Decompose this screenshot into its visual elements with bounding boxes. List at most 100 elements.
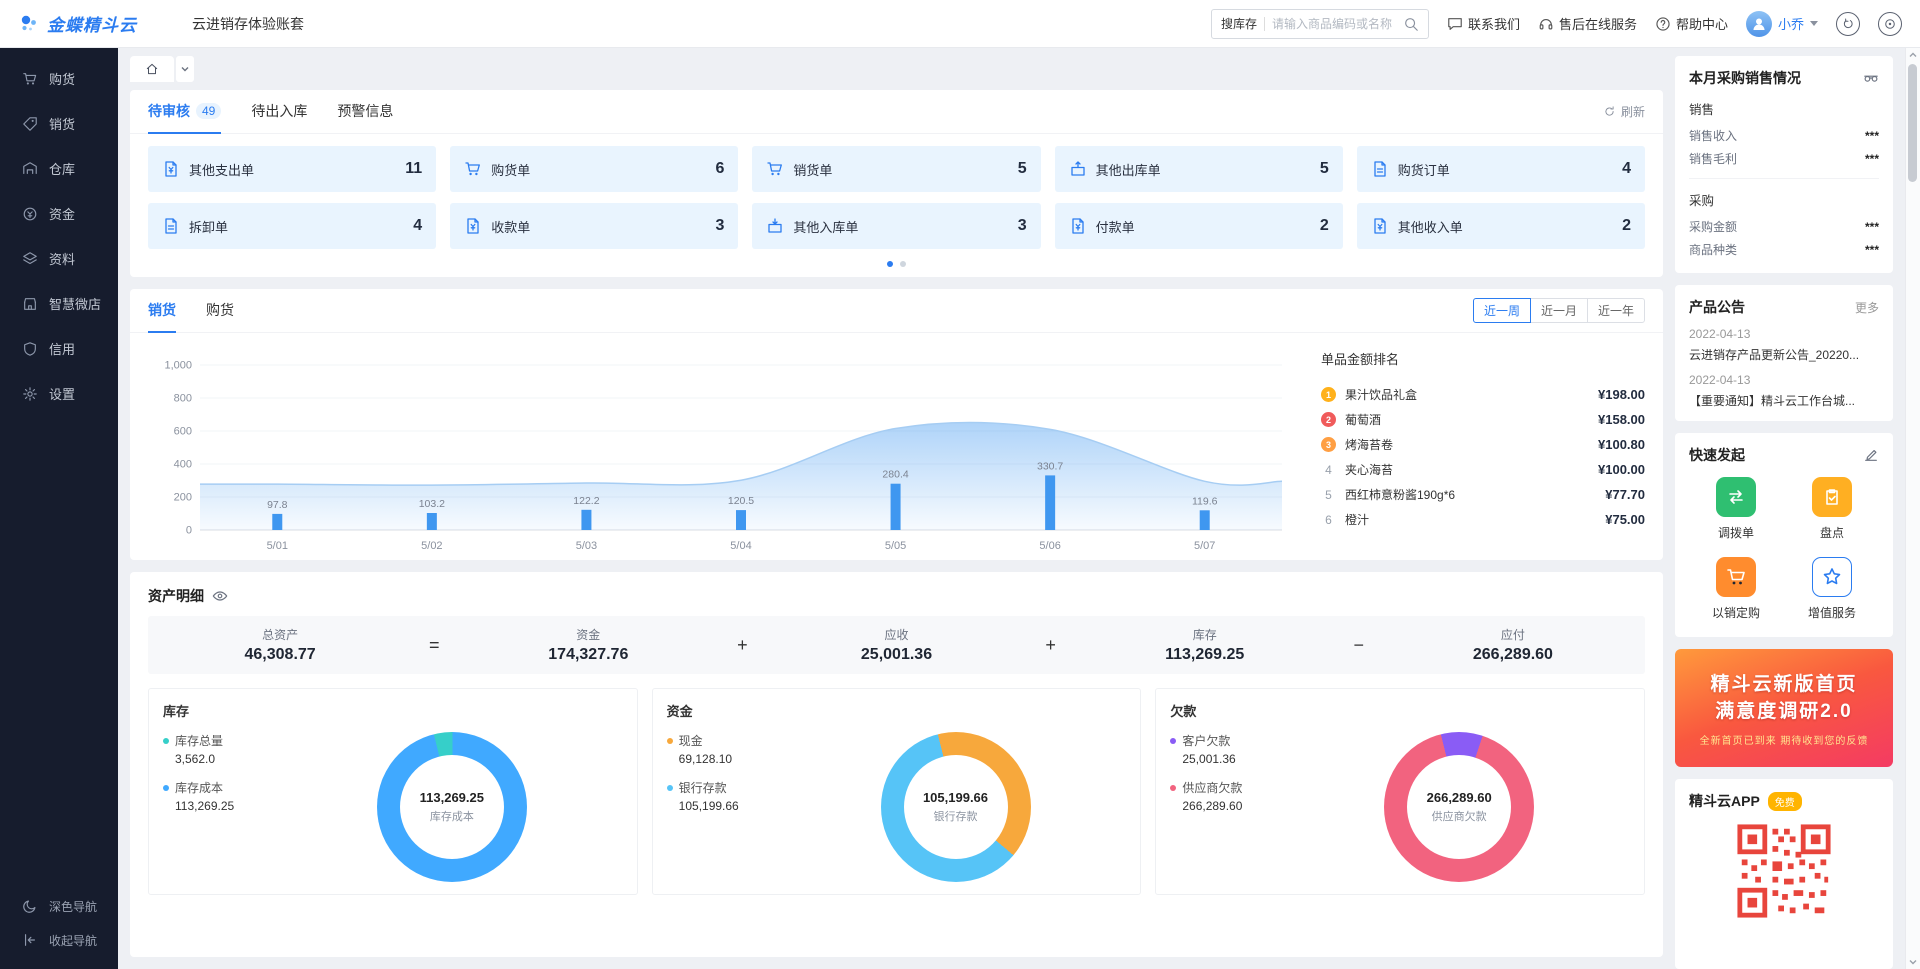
quick-action-value-added[interactable]: 增值服务 (1789, 557, 1875, 621)
more-link[interactable]: 更多 (1855, 299, 1879, 316)
scrollbar-thumb[interactable] (1908, 64, 1917, 182)
metric-funds: 资金 174,327.76 (456, 626, 720, 664)
metric-payable: 应付 266,289.60 (1381, 626, 1645, 664)
app-logo[interactable]: 金蝶精斗云 (18, 11, 158, 36)
sidebar-item-funds[interactable]: 资金 (0, 191, 118, 236)
after-sales-label: 售后在线服务 (1559, 14, 1637, 33)
tab-pending-inout[interactable]: 待出入库 (251, 90, 307, 134)
mask-values-icon[interactable] (1863, 70, 1879, 86)
collapse-nav-button[interactable]: 收起导航 (0, 923, 118, 957)
ranking-list-item[interactable]: 1 果汁饮品礼盒 ¥198.00 (1321, 382, 1645, 407)
sidebar-item-settings[interactable]: 设置 (0, 371, 118, 416)
sidebar-item-purchase[interactable]: 购货 (0, 56, 118, 101)
sidebar-item-label: 资金 (49, 204, 75, 223)
contact-us-link[interactable]: 联系我们 (1447, 14, 1520, 33)
sidebar-item-warehouse[interactable]: 仓库 (0, 146, 118, 191)
range-week-button[interactable]: 近一周 (1473, 298, 1531, 323)
donut-center-value: 105,199.66 (923, 790, 988, 805)
sidebar-item-smart-store[interactable]: 智慧微店 (0, 281, 118, 326)
product-amount: ¥198.00 (1598, 387, 1645, 402)
legend-dot (1170, 785, 1176, 791)
refresh-button[interactable]: 刷新 (1603, 103, 1645, 120)
tile-other-outbound[interactable]: 其他出库单 5 (1055, 146, 1343, 192)
tab-purchase[interactable]: 购货 (206, 289, 234, 333)
doc-yen-icon (162, 160, 180, 178)
search-icon[interactable] (1403, 16, 1419, 32)
sidebar-item-data[interactable]: 资料 (0, 236, 118, 281)
tab-label: 待出入库 (251, 101, 307, 121)
ranking-list-item[interactable]: 4 夹心海苔 ¥100.00 (1321, 457, 1645, 482)
equals-sign: = (412, 635, 456, 656)
product-amount: ¥75.00 (1605, 512, 1645, 527)
svg-text:800: 800 (174, 393, 192, 405)
section-title-purchase: 采购 (1689, 190, 1879, 209)
tile-label: 购货订单 (1398, 160, 1450, 179)
metric-label: 应收 (764, 626, 1028, 643)
metric-total-assets: 总资产 46,308.77 (148, 626, 412, 664)
edit-icon[interactable] (1863, 447, 1879, 463)
pagination-dot[interactable] (900, 261, 906, 267)
dark-nav-toggle[interactable]: 深色导航 (0, 889, 118, 923)
pending-card: 待审核 49 待出入库 预警信息 刷新 其他支出单 11 (130, 90, 1663, 277)
range-month-button[interactable]: 近一月 (1530, 298, 1588, 323)
svg-text:120.5: 120.5 (728, 495, 754, 507)
tile-sales-order[interactable]: 销货单 5 (752, 146, 1040, 192)
survey-promo-banner[interactable]: 精斗云新版首页 满意度调研2.0 全新首页已到来 期待收到您的反馈 (1675, 649, 1893, 767)
quick-action-stocktake[interactable]: 盘点 (1789, 477, 1875, 541)
tile-purchase-request[interactable]: 购货订单 4 (1357, 146, 1645, 192)
product-amount: ¥158.00 (1598, 412, 1645, 427)
tile-payment[interactable]: 付款单 2 (1055, 203, 1343, 249)
sidebar-item-sales[interactable]: 销货 (0, 101, 118, 146)
tile-disassembly[interactable]: 拆卸单 4 (148, 203, 436, 249)
legend-label: 客户欠款 (1182, 732, 1230, 749)
tab-dropdown-icon[interactable] (176, 56, 194, 82)
ranking-list-item[interactable]: 6 橙汁 ¥75.00 (1321, 507, 1645, 532)
storefront-icon (22, 296, 38, 312)
tile-purchase-order[interactable]: 购货单 6 (450, 146, 738, 192)
help-center-link[interactable]: 帮助中心 (1655, 14, 1728, 33)
tab-sales[interactable]: 销货 (148, 289, 176, 333)
scroll-up-arrow[interactable] (1906, 48, 1920, 62)
search-scope-label[interactable]: 搜库存 (1221, 15, 1257, 32)
stock-search[interactable]: 搜库存 (1211, 9, 1429, 39)
feedback-icon[interactable] (1878, 12, 1902, 36)
tile-other-income[interactable]: 其他收入单 2 (1357, 203, 1645, 249)
page-scrollbar[interactable] (1905, 48, 1920, 969)
ranking-list-item[interactable]: 5 西红柿意粉酱190g*6 ¥77.70 (1321, 482, 1645, 507)
summary-row: 采购金额 *** (1689, 215, 1879, 238)
product-amount: ¥100.00 (1598, 462, 1645, 477)
user-menu[interactable]: 小乔 (1746, 11, 1818, 37)
row-value-masked: *** (1865, 129, 1879, 143)
scroll-down-arrow[interactable] (1906, 955, 1920, 969)
tab-pending-approval[interactable]: 待审核 49 (148, 90, 221, 134)
divider (1264, 17, 1265, 31)
legend-value: 266,289.60 (1182, 799, 1288, 813)
sidebar-item-credit[interactable]: 信用 (0, 326, 118, 371)
ranking-list-item[interactable]: 3 烤海苔卷 ¥100.80 (1321, 432, 1645, 457)
pagination-dot[interactable] (887, 261, 893, 267)
back-old-version-icon[interactable] (1836, 12, 1860, 36)
tile-count: 5 (1018, 160, 1027, 178)
notice-link[interactable]: 云进销存产品更新公告_20220... (1689, 346, 1879, 363)
panel-title: 库存 (163, 701, 623, 720)
search-input[interactable] (1272, 17, 1396, 31)
quick-action-transfer[interactable]: 调拨单 (1693, 477, 1779, 541)
ranking-list-item[interactable]: 2 葡萄酒 ¥158.00 (1321, 407, 1645, 432)
notice-link[interactable]: 【重要通知】精斗云工作台城... (1689, 392, 1879, 409)
layers-icon (22, 251, 38, 267)
tab-alerts[interactable]: 预警信息 (337, 90, 393, 134)
tile-receipt[interactable]: 收款单 3 (450, 203, 738, 249)
quick-action-sell-to-order[interactable]: 以销定购 (1693, 557, 1779, 621)
after-sales-service-link[interactable]: 售后在线服务 (1538, 14, 1637, 33)
asset-detail-title: 资产明细 (148, 586, 204, 606)
product-name: 西红柿意粉酱190g*6 (1345, 486, 1596, 503)
sidebar-item-label: 资料 (49, 249, 75, 268)
range-year-button[interactable]: 近一年 (1587, 298, 1645, 323)
summary-row: 商品种类 *** (1689, 238, 1879, 261)
tile-other-inbound[interactable]: 其他入库单 3 (752, 203, 1040, 249)
svg-text:97.8: 97.8 (267, 499, 288, 511)
eye-icon[interactable] (212, 588, 228, 604)
star-icon (1812, 557, 1852, 597)
tile-other-expense[interactable]: 其他支出单 11 (148, 146, 436, 192)
tab-home[interactable] (130, 56, 174, 82)
